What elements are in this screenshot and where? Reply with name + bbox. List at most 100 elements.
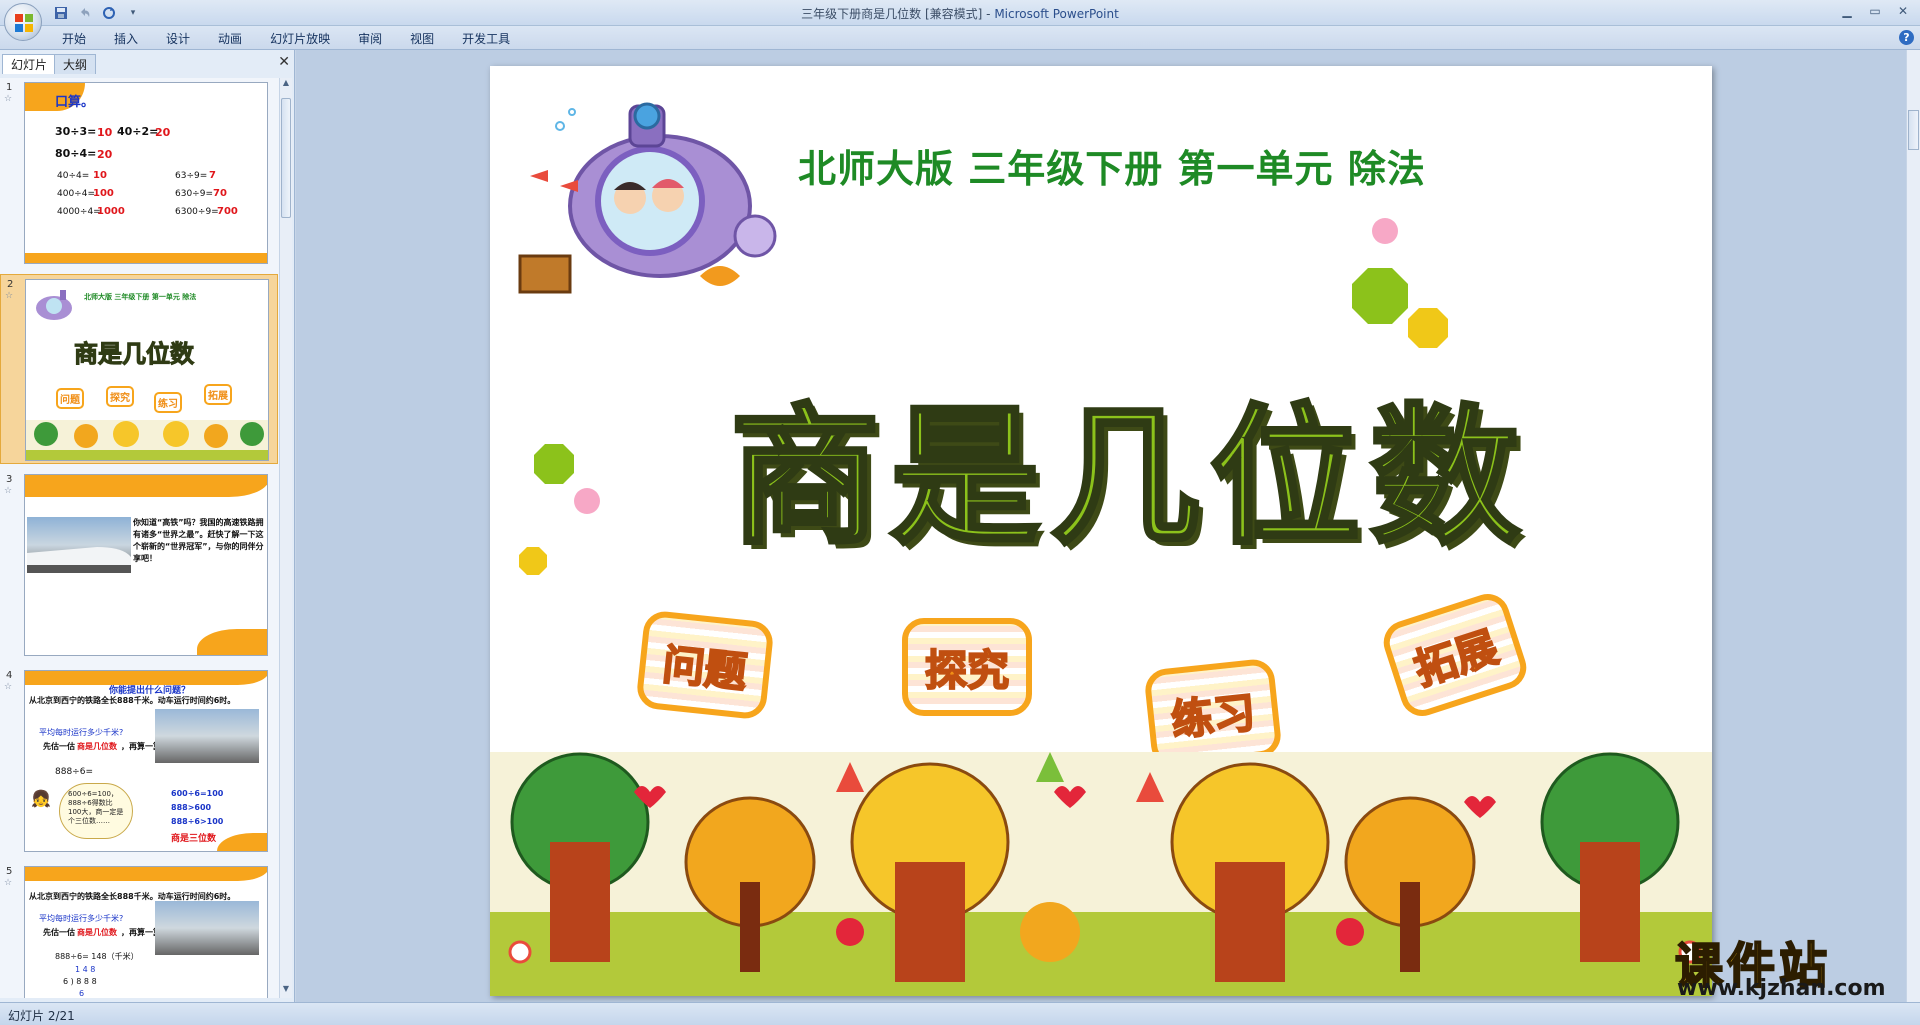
thumb-answer: 70 [213, 188, 227, 199]
thumb-answer: 7 [209, 170, 216, 181]
thumb-text: 商是三位数 [171, 834, 217, 844]
slide-main-title[interactable]: 商是几位数 [728, 356, 1530, 573]
help-icon[interactable]: ? [1899, 30, 1914, 45]
submarine-illustration [518, 102, 777, 294]
office-logo-icon [15, 14, 33, 32]
thumb-answer: 700 [217, 206, 238, 217]
current-slide[interactable]: 北师大版 三年级下册 第一单元 除法 商是几位数 问题 探究 练习 拓展 [490, 66, 1712, 996]
tab-view[interactable]: 视图 [396, 30, 448, 48]
badge-explore[interactable]: 探究 [902, 618, 1032, 716]
slide-scrollbar[interactable] [1906, 50, 1920, 1002]
thumb-text: 888>600 [171, 803, 212, 812]
thumb-answer: 10 [93, 170, 107, 181]
thumb-text: 1 4 8 [75, 965, 96, 974]
thumb-text: 商是几位数 [77, 928, 117, 937]
submarine-icon [36, 290, 72, 320]
thumb-text: 888÷6>100 [171, 817, 224, 826]
decor-shape [197, 629, 267, 655]
thought-bubble: 600÷6=100，888÷6得数比100大，商一定是个三位数…… [59, 783, 133, 839]
pane-close-icon[interactable]: ✕ [278, 54, 290, 70]
scroll-down-icon[interactable]: ▼ [280, 984, 292, 998]
thumb-badge: 拓展 [204, 384, 232, 405]
thumb-text: 商是几位数 [77, 742, 117, 751]
thumb-text: 600÷6=100 [171, 789, 224, 798]
slides-pane: 幻灯片 大纲 ✕ 1 ☆ 口算。 30÷3= 10 40÷2= 20 80÷4=… [0, 50, 295, 1002]
document-title: 三年级下册商是几位数 [兼容模式] [801, 7, 983, 21]
tab-slideshow[interactable]: 幻灯片放映 [256, 30, 344, 48]
decor-dot [574, 488, 600, 514]
decor-shape [25, 253, 267, 263]
slide-thumbnail-5[interactable]: 5 ☆ 从北京到西宁的铁路全长888千米。动车运行时间约6时。 平均每时运行多少… [0, 862, 278, 998]
thumb-paragraph: 你知道“高铁”吗？我国的高速铁路拥有诸多“世界之最”。赶快了解一下这个崭新的“世… [133, 518, 264, 563]
thumb-text: 400÷4= [57, 189, 95, 199]
animation-star-icon: ☆ [4, 878, 13, 888]
thumb-text: 平均每时运行多少千米? [39, 728, 124, 737]
thumb-text: 从北京到西宁的铁路全长888千米。动车运行时间约6时。 [29, 696, 236, 705]
thumb-title: 商是几位数 [74, 340, 195, 369]
tab-design[interactable]: 设计 [152, 30, 204, 48]
thumb-number: 2 [7, 279, 14, 290]
tab-animations[interactable]: 动画 [204, 30, 256, 48]
forest-scene [490, 752, 1712, 996]
thumb-text: 4000÷4= [57, 207, 101, 217]
minimize-icon[interactable]: ▁ [1834, 2, 1860, 20]
thumb-text: 630÷9= [175, 189, 213, 199]
slide-thumbnail-1[interactable]: 1 ☆ 口算。 30÷3= 10 40÷2= 20 80÷4= 20 40÷4=… [0, 78, 278, 268]
scrollbar-thumb[interactable] [281, 98, 291, 218]
thumb-text: 先估一估 [43, 742, 75, 751]
tab-slides[interactable]: 幻灯片 [2, 54, 57, 74]
slide-thumbnail-4[interactable]: 4 ☆ 你能提出什么问题？ 从北京到西宁的铁路全长888千米。动车运行时间约6时… [0, 666, 278, 856]
thumb-badge: 问题 [56, 388, 84, 409]
thumb-badge: 探究 [106, 386, 134, 407]
badge-extend[interactable]: 拓展 [1378, 588, 1532, 722]
thumb-text: 40÷2= [117, 125, 159, 138]
thumb-text: 888÷6= [55, 767, 93, 777]
slide-subtitle[interactable]: 北师大版 三年级下册 第一单元 除法 [798, 138, 1426, 193]
scroll-up-icon[interactable]: ▲ [280, 78, 292, 92]
tab-outline[interactable]: 大纲 [54, 54, 97, 74]
animation-star-icon: ☆ [5, 291, 14, 301]
ribbon-tabs-bar: 开始 插入 设计 动画 幻灯片放映 审阅 视图 开发工具 ? [0, 26, 1920, 50]
thumb-text: 6 ) 8 8 8 [63, 977, 97, 986]
tab-review[interactable]: 审阅 [344, 30, 396, 48]
tab-developer[interactable]: 开发工具 [448, 30, 524, 48]
thumbnail-list: 1 ☆ 口算。 30÷3= 10 40÷2= 20 80÷4= 20 40÷4=… [0, 78, 280, 998]
thumb-canvas: 北师大版 三年级下册 第一单元 除法 商是几位数 问题 探究 练习 拓展 [25, 279, 269, 461]
decor-dot [1408, 308, 1448, 348]
thumb-answer: 100 [93, 188, 114, 199]
thumb-text: 6300÷9= [175, 207, 219, 217]
window-controls: ▁ ▭ ✕ [1834, 2, 1916, 20]
thumb-subtitle: 北师大版 三年级下册 第一单元 除法 [84, 293, 197, 301]
thumb-answer: 1000 [97, 206, 125, 217]
office-button[interactable] [4, 3, 42, 41]
maximize-icon[interactable]: ▭ [1862, 2, 1888, 20]
train-photo [27, 517, 131, 573]
thumb-canvas: 从北京到西宁的铁路全长888千米。动车运行时间约6时。 平均每时运行多少千米? … [24, 866, 268, 998]
site-watermark: 课件站 www.kjzhan.com [1665, 926, 1905, 1002]
close-icon[interactable]: ✕ [1890, 2, 1916, 20]
scrollbar-thumb[interactable] [1908, 110, 1919, 150]
tab-home[interactable]: 开始 [48, 30, 100, 48]
window-title: 三年级下册商是几位数 [兼容模式] - Microsoft PowerPoint [0, 5, 1920, 22]
title-bar: ▾ 三年级下册商是几位数 [兼容模式] - Microsoft PowerPoi… [0, 0, 1920, 26]
thumb-number: 3 [6, 474, 13, 485]
animation-star-icon: ☆ [4, 682, 13, 692]
slide-thumbnail-2[interactable]: 2 ☆ 北师大版 三年级下册 第一单元 除法 商是几位数 问题 探究 练习 拓展 [0, 274, 278, 464]
slide-thumbnail-3[interactable]: 3 ☆ 你知道“高铁”吗？我国的高速铁路拥有诸多“世界之最”。赶快了解一下这个崭… [0, 470, 278, 660]
trees-illustration [508, 752, 1702, 982]
thumb-text: 63÷9= [175, 171, 208, 181]
tab-insert[interactable]: 插入 [100, 30, 152, 48]
forest-scene-thumb [26, 420, 268, 460]
thumb-answer: 20 [155, 126, 171, 139]
badge-question[interactable]: 问题 [635, 609, 775, 721]
thumb-text: 40÷4= [57, 171, 90, 181]
slide-counter: 幻灯片 2/21 [8, 1009, 75, 1023]
thumb-canvas: 你能提出什么问题？ 从北京到西宁的铁路全长888千米。动车运行时间约6时。 平均… [24, 670, 268, 852]
decor-dot [519, 547, 547, 575]
train-photo [155, 901, 259, 955]
thumb-heading: 口算。 [55, 95, 95, 110]
thumb-canvas: 口算。 30÷3= 10 40÷2= 20 80÷4= 20 40÷4= 10 … [24, 82, 268, 264]
thumbnail-scrollbar[interactable]: ▲ ▼ [279, 78, 292, 998]
watermark-url: www.kjzhan.com [1677, 976, 1886, 1001]
thumb-answer: 20 [97, 148, 113, 161]
